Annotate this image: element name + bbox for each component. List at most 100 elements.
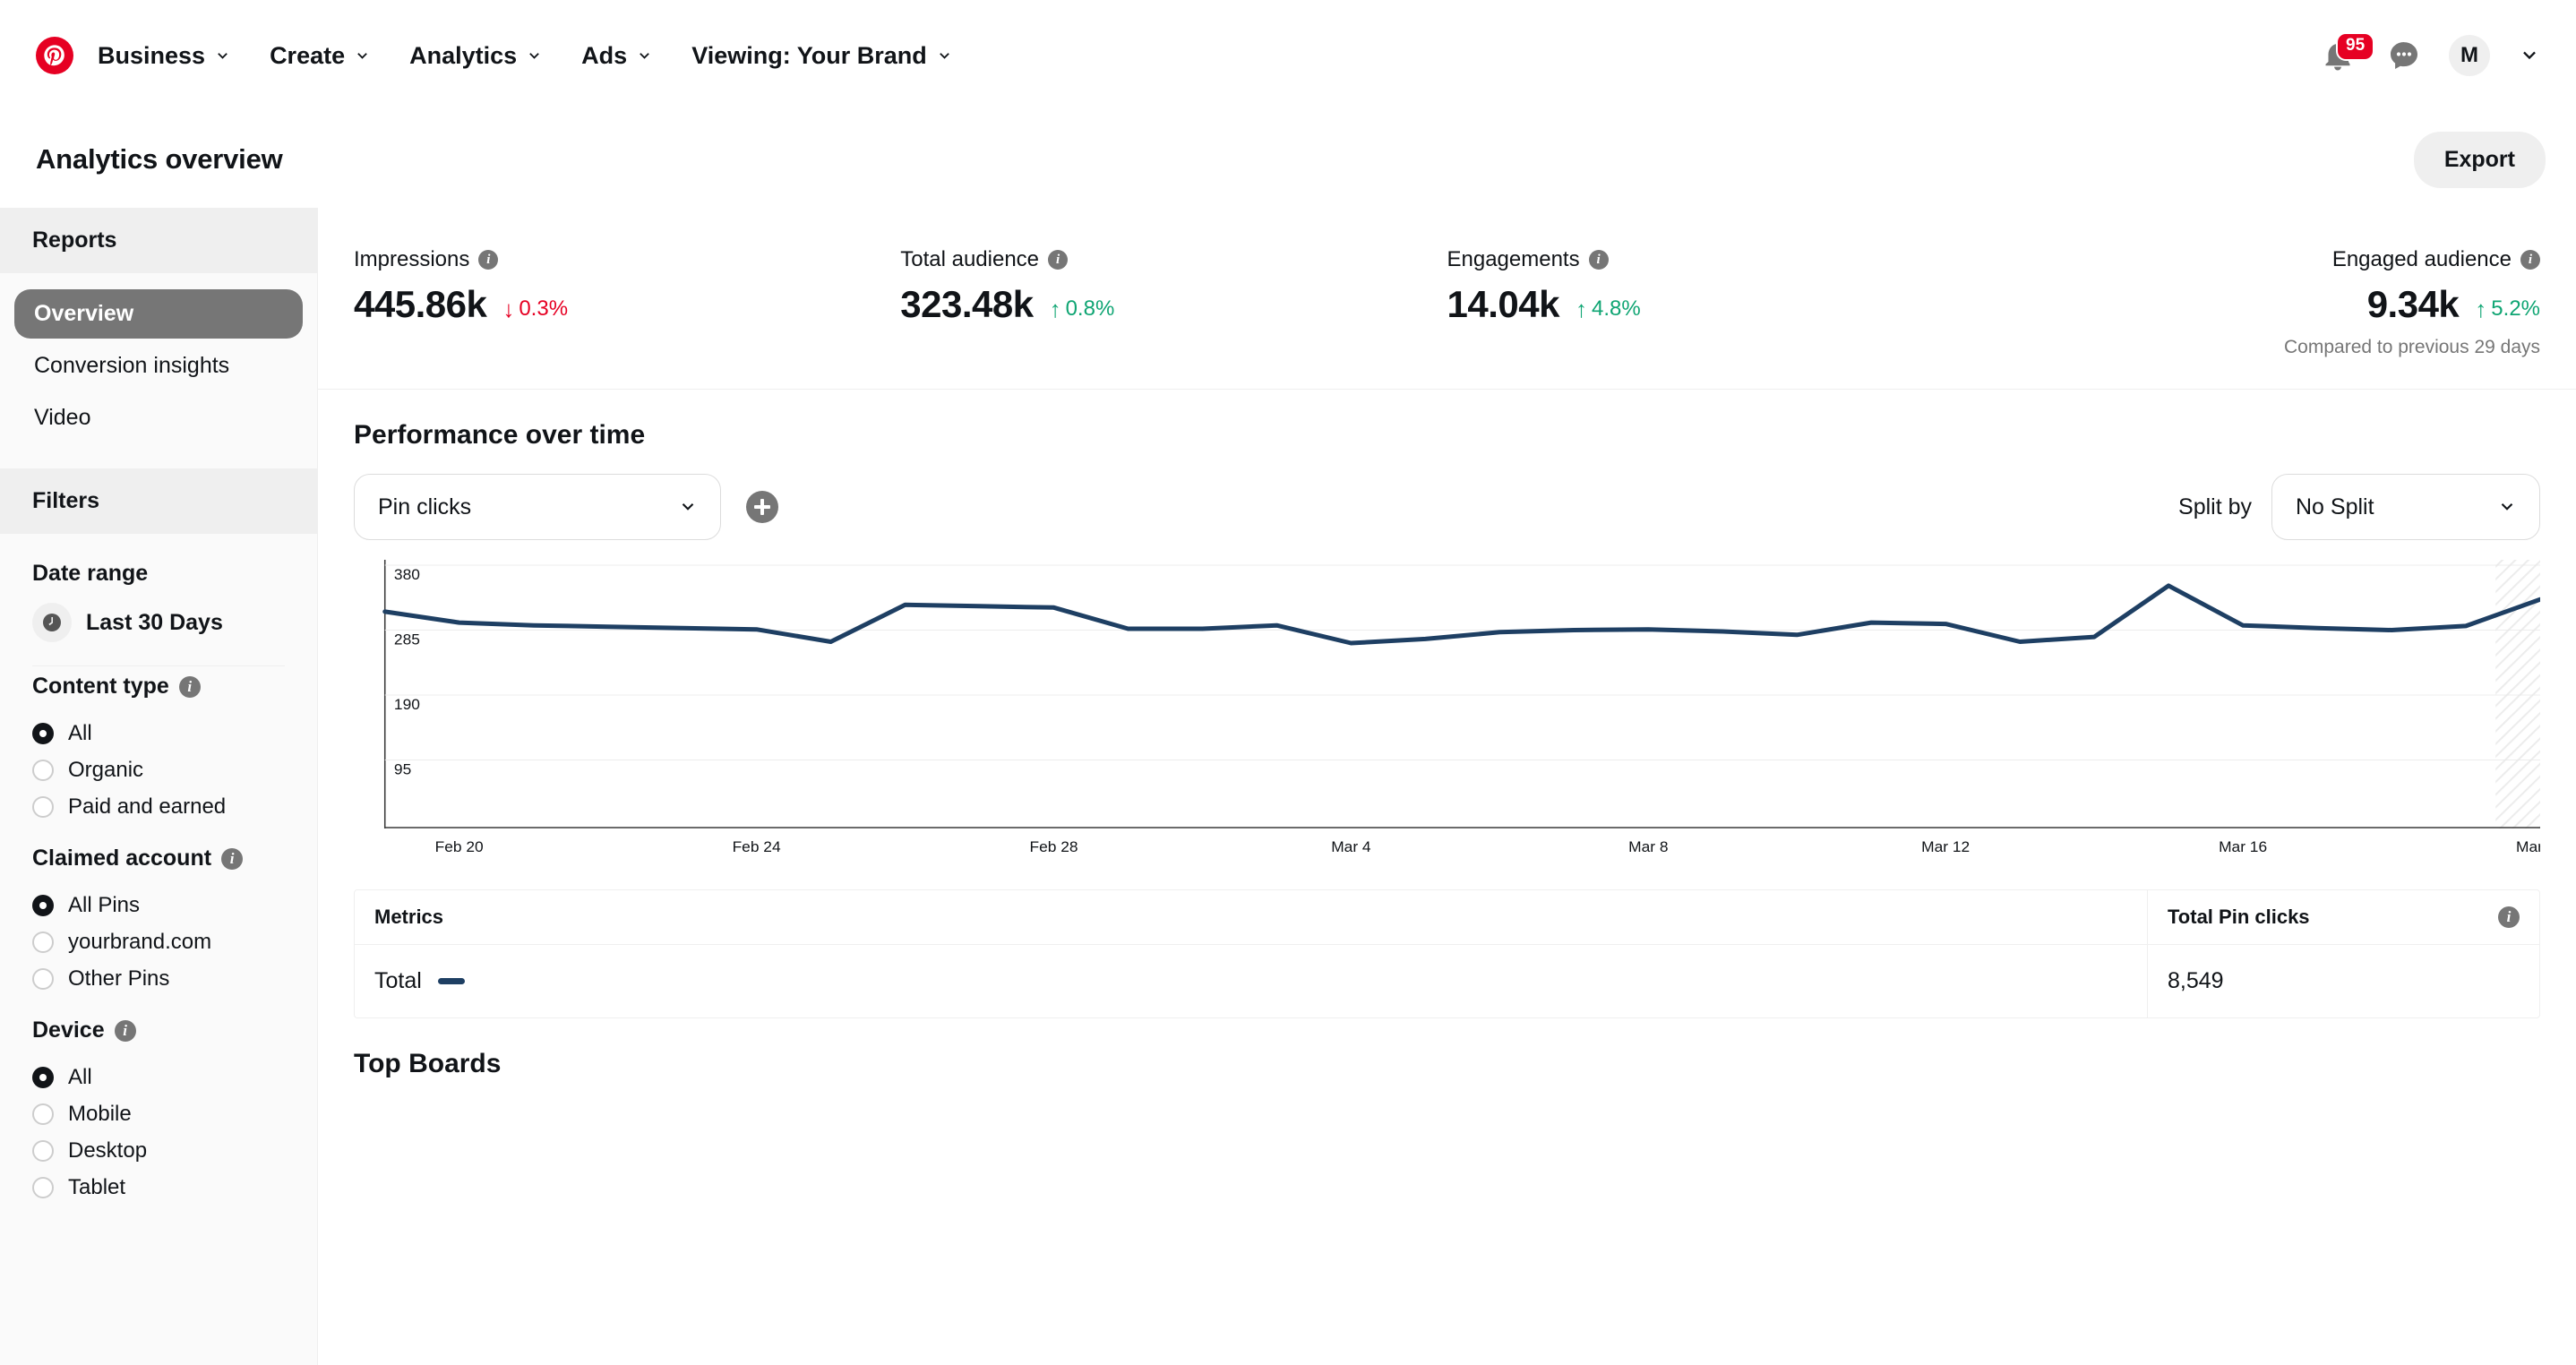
nav-item-create[interactable]: Create <box>250 33 390 79</box>
metric-delta-value: 0.3% <box>519 296 569 321</box>
avatar-initial: M <box>2460 43 2478 67</box>
chart-controls: Pin clicks Split by No Split <box>354 474 2540 540</box>
filter-title-content-type: Content type i <box>32 674 285 700</box>
nav-item-viewing-account[interactable]: Viewing: Your Brand <box>672 33 972 79</box>
info-icon[interactable]: i <box>1048 250 1069 270</box>
radio-content-type-organic[interactable]: Organic <box>32 752 285 789</box>
radio-label: Mobile <box>68 1102 132 1126</box>
chevron-down-icon <box>215 48 230 64</box>
radio-claimed-account-all-pins[interactable]: All Pins <box>32 888 285 924</box>
page-body: Reports Overview Conversion insights Vid… <box>0 208 2576 1365</box>
radio-indicator <box>32 796 54 818</box>
info-icon[interactable]: i <box>178 675 201 698</box>
avatar[interactable]: M <box>2449 35 2490 76</box>
add-metric-button[interactable] <box>746 491 778 523</box>
radio-content-type-paid-and-earned[interactable]: Paid and earned <box>32 789 285 826</box>
filter-group-content-type: Content type i All Organic Paid and earn… <box>32 674 285 826</box>
info-icon[interactable]: i <box>478 250 499 270</box>
metric-delta: ↑ 4.8% <box>1576 296 1641 322</box>
comparison-note: Compared to previous 29 days <box>2284 337 2540 357</box>
top-boards-title: Top Boards <box>354 1049 502 1078</box>
radio-label: All <box>68 721 92 745</box>
legend-swatch <box>437 978 465 984</box>
radio-claimed-account-yourbrand[interactable]: yourbrand.com <box>32 924 285 961</box>
left-sidebar: Reports Overview Conversion insights Vid… <box>0 208 318 1365</box>
nav-item-business[interactable]: Business <box>36 28 250 83</box>
nav-item-business-label: Business <box>98 41 206 69</box>
radio-label: Paid and earned <box>68 794 227 819</box>
info-icon[interactable]: i <box>114 1019 136 1042</box>
filter-title-claimed-account-label: Claimed account <box>32 846 212 871</box>
metric-card-total-audience: Total audience i 323.48k ↑ 0.8% <box>900 247 1447 358</box>
info-icon[interactable]: i <box>1588 250 1609 270</box>
arrow-up-icon: ↑ <box>1049 296 1061 322</box>
filter-title-date-range: Date range <box>32 561 285 587</box>
sidebar-item-conversion-insights[interactable]: Conversion insights <box>14 341 303 391</box>
radio-label: yourbrand.com <box>68 930 212 954</box>
metric-value: 445.86k <box>354 283 487 325</box>
svg-text:190: 190 <box>394 695 420 713</box>
sidebar-heading-reports: Reports <box>0 208 317 273</box>
metric-label: Total audience i <box>900 247 1447 272</box>
filter-title-device: Device i <box>32 1017 285 1043</box>
split-by-label: Split by <box>2178 494 2252 519</box>
pinterest-logo-icon[interactable] <box>36 37 73 74</box>
column-header-total: Total Pin clicks i <box>2147 890 2539 944</box>
sidebar-divider <box>32 665 285 666</box>
info-icon[interactable]: i <box>2520 250 2540 270</box>
metric-delta: ↓ 0.3% <box>502 296 568 322</box>
filter-title-content-type-label: Content type <box>32 674 169 699</box>
svg-text:Feb 24: Feb 24 <box>733 837 781 855</box>
filter-group-claimed-account: Claimed account i All Pins yourbrand.com… <box>32 846 285 998</box>
filter-title-device-label: Device <box>32 1017 105 1043</box>
radio-claimed-account-other-pins[interactable]: Other Pins <box>32 961 285 998</box>
radio-indicator <box>32 1067 54 1088</box>
date-range-selector[interactable]: Last 30 Days <box>32 603 285 642</box>
metric-delta-value: 5.2% <box>2491 296 2540 321</box>
sidebar-item-video[interactable]: Video <box>14 393 303 442</box>
metric-label-text: Total audience <box>900 247 1040 271</box>
nav-item-create-label: Create <box>270 41 346 69</box>
nav-item-analytics[interactable]: Analytics <box>390 33 562 79</box>
svg-text:380: 380 <box>394 565 420 583</box>
nav-item-ads[interactable]: Ads <box>562 33 672 79</box>
sidebar-heading-filters: Filters <box>0 468 317 534</box>
metric-card-engaged-audience: Engaged audience i 9.34k ↑ 5.2% Compared… <box>1994 247 2540 358</box>
metric-label: Impressions i <box>354 247 900 272</box>
radio-device-tablet[interactable]: Tablet <box>32 1170 285 1206</box>
metric-select-value: Pin clicks <box>378 494 472 519</box>
top-nav-left-group: Business Create Analytics Ads Viewing: Y… <box>36 28 972 83</box>
split-by-select[interactable]: No Split <box>2271 474 2540 540</box>
metric-value: 14.04k <box>1447 283 1560 325</box>
radio-content-type-all[interactable]: All <box>32 716 285 752</box>
chevron-down-icon <box>937 48 952 64</box>
radio-device-all[interactable]: All <box>32 1060 285 1096</box>
radio-indicator <box>32 760 54 781</box>
notifications-button[interactable]: 95 <box>2316 32 2375 77</box>
sidebar-reports-nav: Overview Conversion insights Video <box>0 273 317 468</box>
radio-device-desktop[interactable]: Desktop <box>32 1133 285 1170</box>
radio-label: Desktop <box>68 1138 148 1163</box>
performance-line-chart[interactable]: 380 285 190 95 <box>354 560 2540 828</box>
account-menu-button[interactable] <box>2513 39 2546 72</box>
nav-item-viewing-label: Viewing: Your Brand <box>691 41 927 69</box>
sidebar-item-overview[interactable]: Overview <box>14 289 303 339</box>
metric-select[interactable]: Pin clicks <box>354 474 721 540</box>
chevron-down-icon <box>637 48 652 64</box>
svg-text:Mar 8: Mar 8 <box>1628 837 1668 855</box>
radio-label: All <box>68 1065 92 1089</box>
chevron-down-icon <box>2520 46 2539 65</box>
metric-card-engagements: Engagements i 14.04k ↑ 4.8% <box>1447 247 1994 358</box>
chart-canvas: 380 285 190 95 <box>354 560 2540 828</box>
svg-text:Feb 20: Feb 20 <box>435 837 484 855</box>
radio-label: Tablet <box>68 1175 126 1199</box>
nav-item-analytics-label: Analytics <box>409 41 518 69</box>
chevron-down-icon <box>527 48 542 64</box>
export-button[interactable]: Export <box>2413 131 2546 188</box>
radio-device-mobile[interactable]: Mobile <box>32 1096 285 1133</box>
info-icon[interactable]: i <box>2498 906 2520 928</box>
clock-icon <box>32 603 72 642</box>
radio-label: All Pins <box>68 893 141 917</box>
info-icon[interactable]: i <box>221 847 244 870</box>
messages-button[interactable] <box>2383 34 2426 77</box>
